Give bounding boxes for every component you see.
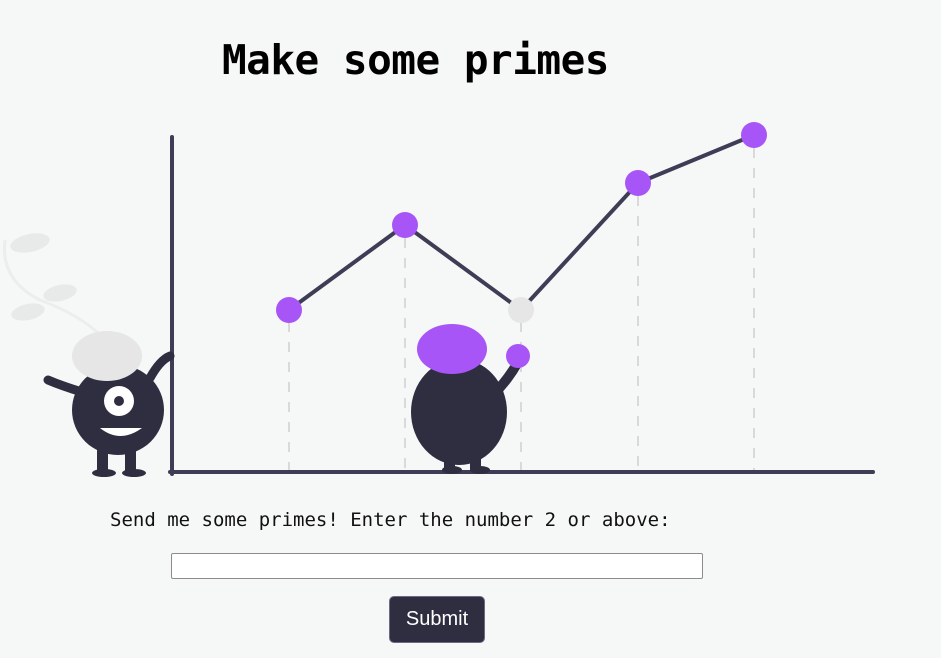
prime-prompt: Send me some primes! Enter the number 2 …	[110, 509, 671, 531]
prime-number-input[interactable]	[171, 553, 703, 579]
center-monster-body	[411, 359, 507, 465]
chart-illustration	[2, 122, 875, 477]
center-monster	[411, 324, 530, 474]
left-monster-foot-1	[92, 469, 116, 477]
left-monster	[43, 331, 175, 477]
left-monster-pupil	[114, 396, 124, 406]
left-monster-arm	[145, 351, 175, 383]
background-leaves	[2, 233, 102, 337]
trend-line	[287, 133, 755, 312]
chart-point-3	[508, 297, 534, 323]
leaf-shape	[10, 233, 50, 253]
chart-point-4	[625, 170, 651, 196]
submit-button[interactable]: Submit	[389, 596, 485, 643]
chart-point-2	[392, 212, 418, 238]
center-monster-foot-1	[442, 466, 462, 474]
center-monster-hat	[417, 324, 487, 374]
left-monster-hat	[72, 331, 142, 381]
chart-point-1	[276, 297, 302, 323]
left-monster-foot-2	[122, 469, 146, 477]
leaf-shape	[43, 284, 77, 302]
center-monster-foot-2	[470, 466, 490, 474]
held-prime-ball	[506, 344, 530, 368]
chart-point-5	[741, 122, 767, 148]
leaf-shape	[11, 303, 45, 321]
